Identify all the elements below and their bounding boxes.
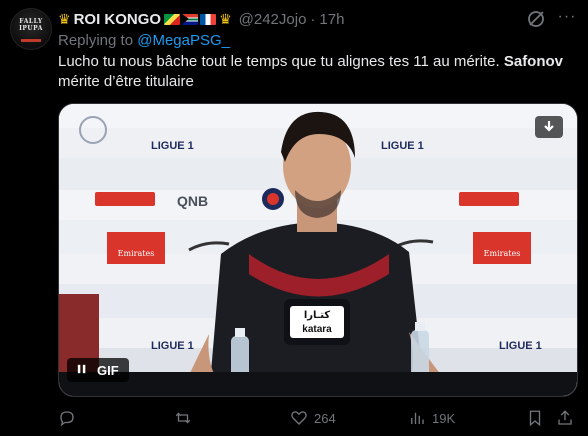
sponsor-text: LIGUE 1 <box>381 140 424 152</box>
crown-icon: ♛ <box>58 10 71 27</box>
avatar[interactable]: FALLY IPUPA <box>10 8 52 50</box>
like-button[interactable]: 264 <box>290 406 336 430</box>
download-icon[interactable] <box>535 116 563 138</box>
replying-prefix: Replying to <box>58 32 134 49</box>
share-button[interactable] <box>556 406 574 430</box>
tweet-actions: 264 19K <box>58 406 574 430</box>
sponsor-text: QNB <box>177 193 208 209</box>
view-count: 19K <box>432 410 456 426</box>
avatar-logo-text: FALLY IPUPA <box>19 18 43 32</box>
views-icon <box>411 412 424 424</box>
bookmark-icon <box>529 410 541 427</box>
views-button[interactable]: 19K <box>408 406 455 430</box>
author-handle[interactable]: @242Jojo <box>239 11 307 28</box>
tweet-text-bold: Safonov <box>503 53 564 70</box>
tweet-timestamp[interactable]: 17h <box>319 11 344 28</box>
more-icon[interactable]: ··· <box>556 9 578 29</box>
replying-to: Replying to @MegaPSG_ <box>58 32 230 49</box>
press-conference-image: LIGUE 1 LIGUE 1 QNB Emirates Emirates LI… <box>59 104 577 396</box>
pause-icon[interactable] <box>77 363 87 378</box>
share-icon <box>558 410 572 425</box>
sponsor-text: Emirates <box>484 249 521 258</box>
tweet-text-end: mérite d’être titulaire <box>58 73 194 90</box>
gif-label: GIF <box>97 362 119 378</box>
sponsor-text: LIGUE 1 <box>499 340 542 352</box>
grok-icon[interactable] <box>526 9 546 29</box>
avatar-logo-bar <box>21 39 41 42</box>
sponsor-text: LIGUE 1 <box>151 140 194 152</box>
gif-control[interactable]: GIF <box>67 358 129 382</box>
like-icon <box>291 411 307 425</box>
south-africa-flag-icon <box>182 13 199 25</box>
retweet-button[interactable] <box>174 406 198 430</box>
svg-text:كتـارا: كتـارا <box>304 310 330 321</box>
reply-mention-link[interactable]: @MegaPSG_ <box>137 32 230 49</box>
crown-icon: ♛ <box>219 10 232 27</box>
like-count: 264 <box>314 410 336 426</box>
sponsor-text: katara <box>302 324 332 335</box>
sponsor-text: Emirates <box>118 249 155 258</box>
retweet-icon <box>175 412 191 424</box>
tweet-text-plain: Lucho tu nous bâche tout le temps que tu… <box>58 53 504 70</box>
reply-icon <box>60 411 74 427</box>
gif-media[interactable]: LIGUE 1 LIGUE 1 QNB Emirates Emirates LI… <box>58 103 578 397</box>
tweet-header: ♛ ROI KONGO ♛ @242Jojo · 17h <box>58 9 578 29</box>
congo-flag-icon <box>164 13 181 25</box>
reply-button[interactable] <box>58 406 82 430</box>
separator-dot: · <box>310 10 316 28</box>
france-flag-icon <box>200 13 217 25</box>
bookmark-button[interactable] <box>526 406 544 430</box>
tweet-text: Lucho tu nous bâche tout le temps que tu… <box>58 52 574 92</box>
sponsor-text: LIGUE 1 <box>151 340 194 352</box>
author-display-name[interactable]: ROI KONGO <box>74 11 162 28</box>
